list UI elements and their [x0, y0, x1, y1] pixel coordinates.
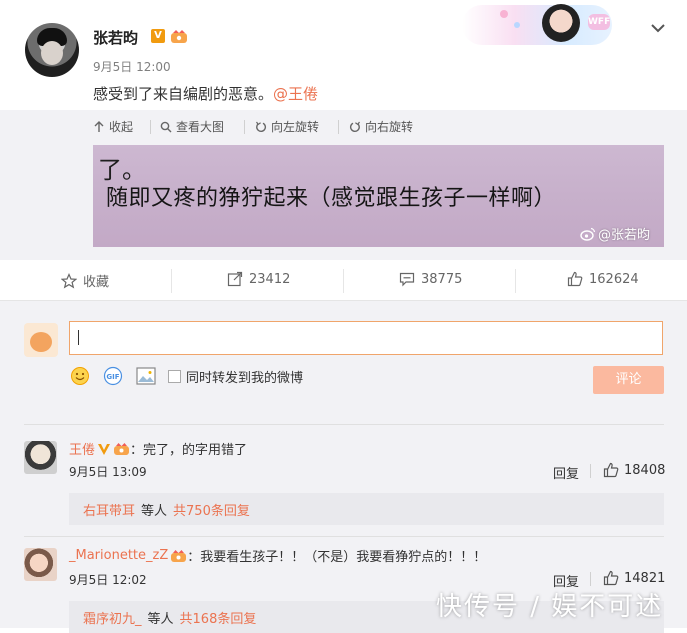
action-divider [590, 572, 591, 586]
comment-time: 9月5日 12:02 [69, 573, 147, 587]
favorite-button[interactable]: 收藏 [61, 271, 109, 290]
banner-portrait [542, 4, 580, 42]
image-text-line: 随即又疼的狰狞起来（感觉跟生孩子一样啊） [106, 186, 557, 211]
post-text-body: 感受到了来自编剧的恶意。 [93, 85, 274, 103]
divider [24, 424, 664, 425]
star-icon [61, 272, 77, 288]
post-text: 感受到了来自编剧的恶意。@王倦 [93, 83, 318, 104]
toolbar-divider [338, 120, 339, 134]
rotate-left-button[interactable]: 向左旋转 [255, 118, 319, 135]
reply-button[interactable]: 回复 [553, 463, 579, 482]
view-large-label: 查看大图 [176, 120, 225, 134]
sub-reply-count[interactable]: 共168条回复 [180, 608, 257, 627]
thumbs-up-icon [603, 570, 619, 586]
image-watermark: @张若昀 [580, 224, 650, 243]
banner-decoration [500, 10, 508, 18]
commenter-avatar[interactable] [24, 548, 57, 581]
image-icon[interactable] [136, 367, 156, 385]
repost-checkbox[interactable] [168, 370, 181, 383]
toolbar-divider [244, 120, 245, 134]
rotate-right-icon [349, 121, 360, 132]
rotate-left-icon [256, 121, 267, 132]
gif-icon[interactable]: GIF [103, 366, 123, 386]
comment-like-count: 14821 [624, 570, 666, 586]
my-avatar [24, 323, 58, 357]
comment-icon [399, 272, 415, 287]
commenter-avatar[interactable] [24, 441, 57, 474]
sub-reply-user[interactable]: 右耳带耳 [83, 500, 135, 519]
comment-button[interactable]: 38775 [399, 271, 462, 287]
comment-like-button[interactable]: 14821 [603, 570, 665, 586]
thumbs-up-icon [603, 462, 619, 478]
commenter-name[interactable]: 王倦 [69, 439, 95, 458]
comment-time: 9月5日 13:09 [69, 465, 147, 479]
share-icon [227, 271, 243, 287]
comment-body: ：我要看生孩子！！（不是）我要看狰狞点的！！！ [187, 550, 487, 565]
member-crown-icon [171, 549, 187, 562]
repost-option-label[interactable]: 同时转发到我的微博 [186, 367, 303, 386]
rotate-right-label: 向右旋转 [365, 120, 414, 134]
verified-badge-icon [98, 443, 111, 455]
divider [24, 536, 664, 537]
chevron-down-icon[interactable] [648, 18, 668, 38]
rotate-left-label: 向左旋转 [271, 120, 320, 134]
action-divider [515, 269, 516, 293]
sub-reply-mid: 等人 [141, 503, 168, 519]
active-tab-indicator [344, 297, 512, 300]
banner-sticker: WFF [588, 14, 610, 30]
member-crown-icon [114, 442, 130, 455]
verified-badge-icon: V [151, 29, 165, 43]
collapse-label: 收起 [109, 120, 134, 134]
author-name[interactable]: 张若昀 [93, 27, 138, 48]
sub-replies-link[interactable]: 右耳带耳 等人 共750条回复 [69, 493, 664, 525]
weibo-logo-icon [580, 227, 596, 241]
post-time[interactable]: 9月5日 12:00 [93, 58, 171, 75]
repost-count: 23412 [249, 271, 291, 287]
action-divider [171, 269, 172, 293]
commenter-name[interactable]: _Marionette_zZ [69, 548, 168, 563]
member-crown-icon [171, 30, 187, 43]
collapse-button[interactable]: 收起 [93, 118, 133, 135]
action-divider [343, 269, 344, 293]
mention-link[interactable]: @王倦 [273, 85, 318, 103]
sub-reply-count[interactable]: 共750条回复 [173, 500, 250, 519]
like-count: 162624 [589, 271, 639, 287]
text-caret [78, 330, 79, 345]
comment-like-button[interactable]: 18408 [603, 462, 665, 478]
comment-count: 38775 [421, 271, 463, 287]
banner-decoration [514, 22, 520, 28]
comment-body: ：完了，的字用错了 [130, 443, 248, 458]
sub-reply-user[interactable]: 霜序初九_ [83, 608, 142, 627]
emoji-icon[interactable] [70, 366, 90, 386]
comment-like-count: 18408 [624, 462, 666, 478]
comment-text: _Marionette_zZ ：我要看生孩子！！（不是）我要看狰狞点的！！！ [69, 546, 486, 565]
author-avatar[interactable] [25, 23, 79, 77]
svg-text:GIF: GIF [106, 373, 119, 381]
sub-reply-mid: 等人 [147, 611, 174, 627]
collapse-icon [94, 120, 104, 132]
repost-button[interactable]: 23412 [227, 271, 290, 287]
comment-text: 王倦 ：完了，的字用错了 [69, 439, 247, 458]
rotate-right-button[interactable]: 向右旋转 [349, 118, 413, 135]
watermark-text: @张若昀 [598, 228, 651, 243]
view-large-button[interactable]: 查看大图 [160, 118, 224, 135]
submit-comment-button[interactable]: 评论 [593, 366, 664, 394]
action-divider [590, 464, 591, 478]
favorite-label: 收藏 [83, 275, 110, 290]
comment-input[interactable] [69, 321, 663, 355]
toolbar-divider [150, 120, 151, 134]
page-watermark: 快传号 / 娱不可述 [436, 592, 664, 622]
like-button[interactable]: 162624 [567, 271, 639, 287]
search-icon [160, 121, 172, 132]
thumbs-up-icon [567, 271, 583, 287]
